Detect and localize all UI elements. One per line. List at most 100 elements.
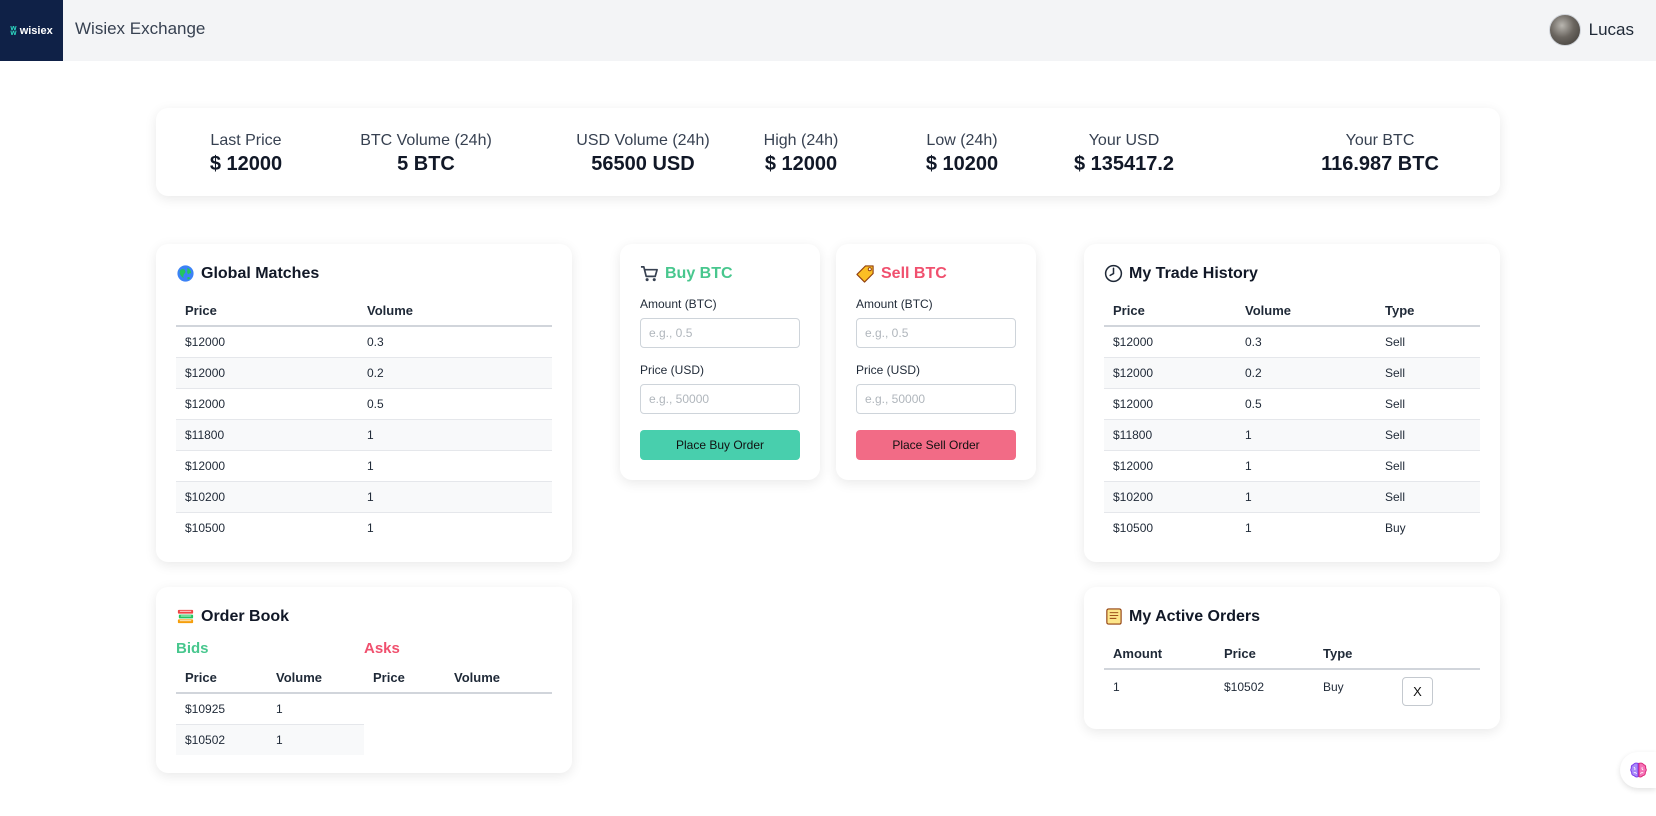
stat-value: 56500 USD bbox=[591, 153, 695, 175]
buy-btc-card: Buy BTC Amount (BTC) Price (USD) Place B… bbox=[620, 244, 820, 480]
order-book-card: Order Book Bids Asks Price Volume Price … bbox=[156, 587, 572, 773]
cell-price: $12000 bbox=[176, 450, 358, 482]
cell-price: $12000 bbox=[1104, 388, 1236, 420]
sell-btc-title: Sell BTC bbox=[881, 264, 947, 282]
cell-volume: 0.2 bbox=[1236, 357, 1376, 389]
global-matches-table: Price Volume $12000 0.3 $12000 0.2 $12000 0… bbox=[176, 296, 552, 543]
table-row: $12000 0.2 Sell bbox=[1104, 357, 1480, 389]
cell-price: $10500 bbox=[185, 520, 226, 535]
table-row: $11800 1 Sell bbox=[1104, 419, 1480, 451]
card-title: My Trade History bbox=[1104, 264, 1258, 283]
card-title: Buy BTC bbox=[640, 264, 733, 283]
buy-price-input[interactable] bbox=[640, 384, 800, 414]
table-row: $12000 0.5 bbox=[176, 388, 552, 420]
stat-label: Your USD bbox=[1088, 132, 1160, 149]
stat-value: 116.987 BTC bbox=[1321, 153, 1439, 175]
table-row: $10502 1 bbox=[176, 724, 552, 755]
empty-asks-cell bbox=[364, 693, 552, 724]
brand-title[interactable]: Wisiex Exchange bbox=[75, 19, 205, 39]
cell-type: Buy bbox=[1323, 679, 1344, 694]
sell-price-input[interactable] bbox=[856, 384, 1016, 414]
column-header-type: Type bbox=[1376, 296, 1480, 327]
sell-amount-input[interactable] bbox=[856, 318, 1016, 348]
cell-price: $12000 bbox=[1104, 357, 1236, 389]
active-orders-card: My Active Orders Amount Price Type 1 $10… bbox=[1084, 587, 1500, 729]
cell-type: Sell bbox=[1376, 326, 1480, 358]
column-header-ask-price: Price bbox=[364, 663, 445, 694]
column-header-price: Price bbox=[1104, 296, 1236, 327]
column-header-type: Type bbox=[1314, 639, 1393, 670]
place-sell-order-button[interactable]: Place Sell Order bbox=[856, 430, 1016, 460]
buy-amount-label: Amount (BTC) bbox=[640, 297, 717, 311]
table-row: $12000 0.2 bbox=[176, 357, 552, 389]
tag-icon bbox=[856, 264, 875, 283]
stat-label: USD Volume (24h) bbox=[576, 132, 710, 149]
user-menu[interactable]: Lucas bbox=[1548, 14, 1634, 46]
cell-price: $11800 bbox=[1104, 419, 1236, 451]
cell-price: $10200 bbox=[176, 481, 358, 513]
cell-volume: 1 bbox=[1236, 419, 1376, 451]
sell-price-label: Price (USD) bbox=[856, 363, 921, 377]
column-header-ask-volume: Volume bbox=[445, 663, 552, 694]
avatar[interactable] bbox=[1548, 14, 1581, 46]
buy-amount-input[interactable] bbox=[640, 318, 800, 348]
cell-volume: 0.3 bbox=[1236, 326, 1376, 358]
buy-price-label: Price (USD) bbox=[640, 363, 705, 377]
table-row: $12000 0.5 Sell bbox=[1104, 388, 1480, 420]
table-row: $10200 1 Sell bbox=[1104, 481, 1480, 513]
sell-btc-card: Sell BTC Amount (BTC) Price (USD) Place … bbox=[836, 244, 1036, 480]
stat-your-btc: Your BTC 116.987 BTC bbox=[1315, 132, 1445, 177]
column-header-price: Price bbox=[176, 296, 358, 327]
clock-icon bbox=[1104, 264, 1123, 283]
card-title: Order Book bbox=[176, 607, 289, 626]
stat-label: Your BTC bbox=[1345, 132, 1415, 149]
cell-volume: 1 bbox=[1236, 450, 1376, 482]
order-book-title: Order Book bbox=[201, 607, 290, 625]
column-header-price: Price bbox=[1215, 639, 1314, 670]
stat-value: 5 BTC bbox=[397, 153, 455, 175]
table-row: $10500 1 Buy bbox=[1104, 512, 1480, 543]
cancel-order-button[interactable]: X bbox=[1402, 677, 1433, 706]
cell-volume: 0.5 bbox=[358, 388, 552, 420]
cell-type: Buy bbox=[1385, 520, 1406, 535]
stat-label: Low (24h) bbox=[926, 132, 998, 149]
cell-actions: X bbox=[1393, 669, 1480, 713]
cell-type: Sell bbox=[1376, 419, 1480, 451]
table-header-row: Amount Price Type bbox=[1104, 639, 1480, 670]
stat-value: $ 12000 bbox=[209, 153, 283, 175]
table-row: $12000 1 bbox=[176, 450, 552, 482]
cell-price: $10500 bbox=[1113, 520, 1154, 535]
card-title: Sell BTC bbox=[856, 264, 947, 283]
stat-high: High (24h) $ 12000 bbox=[750, 132, 852, 177]
cell-type: Sell bbox=[1376, 481, 1480, 513]
cell-bid-volume: 1 bbox=[267, 693, 364, 725]
cart-icon bbox=[640, 264, 659, 283]
stat-value: $ 10200 bbox=[925, 153, 999, 175]
table-row: $12000 1 Sell bbox=[1104, 450, 1480, 482]
cell-price: $12000 bbox=[176, 357, 358, 389]
table-header-row: Price Volume Price Volume bbox=[176, 663, 552, 694]
globe-icon bbox=[176, 264, 195, 283]
cell-price: $12000 bbox=[1104, 326, 1236, 358]
table-header-row: Price Volume Type bbox=[1104, 296, 1480, 327]
cell-price: $12000 bbox=[176, 326, 358, 358]
table-row: $10200 1 bbox=[176, 481, 552, 513]
column-header-bid-volume: Volume bbox=[267, 663, 364, 694]
stat-low: Low (24h) $ 10200 bbox=[912, 132, 1012, 177]
scroll-icon bbox=[1104, 607, 1123, 626]
global-matches-card: Global Matches Price Volume $12000 0.3 $1… bbox=[156, 244, 572, 562]
user-name[interactable]: Lucas bbox=[1589, 20, 1634, 40]
floating-assistant-button[interactable] bbox=[1620, 752, 1656, 788]
place-buy-order-button[interactable]: Place Buy Order bbox=[640, 430, 800, 460]
logo-text: wisiex bbox=[19, 24, 53, 37]
card-title: My Active Orders bbox=[1104, 607, 1260, 626]
active-orders-table: Amount Price Type 1 $10502 Buy X bbox=[1104, 639, 1480, 713]
cell-volume: 0.2 bbox=[358, 357, 552, 389]
wisiex-logo[interactable]: ʬ wisiex bbox=[0, 0, 63, 61]
active-orders-title: My Active Orders bbox=[1129, 607, 1261, 625]
table-row: $11800 1 bbox=[176, 419, 552, 451]
cell-price: $11800 bbox=[176, 419, 358, 451]
sell-amount-label: Amount (BTC) bbox=[856, 297, 933, 311]
trade-history-table: Price Volume Type $12000 0.3 Sell $12000 0.… bbox=[1104, 296, 1480, 543]
top-navbar: ʬ wisiex Wisiex Exchange Lucas bbox=[0, 0, 1656, 61]
